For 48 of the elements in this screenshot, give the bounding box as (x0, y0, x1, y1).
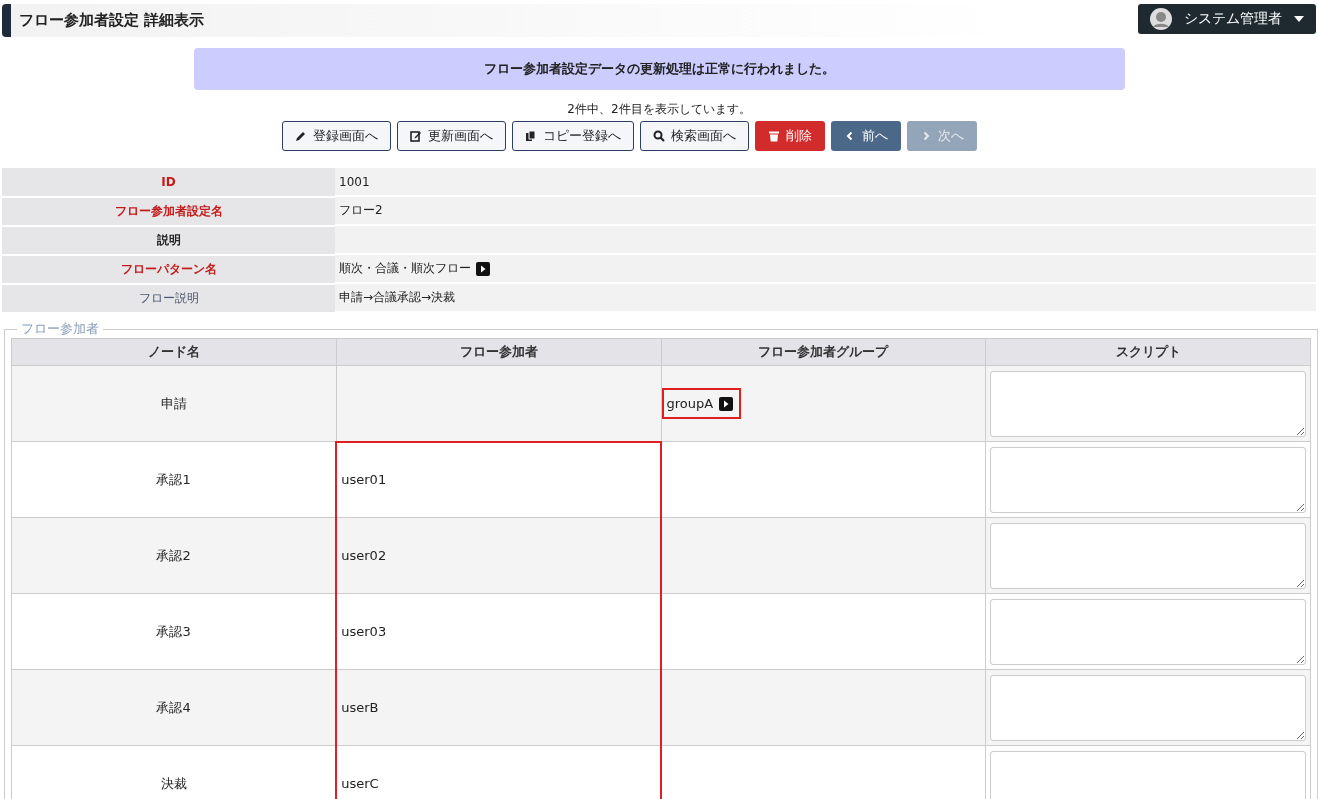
edit-icon (409, 130, 422, 142)
trash-icon (767, 130, 780, 142)
field-label: 説明 (2, 226, 335, 255)
table-cell: 承認3 (11, 593, 337, 670)
column-header: フロー参加者グループ (661, 338, 986, 366)
table-cell: 承認2 (11, 517, 337, 594)
column-header: スクリプト (985, 338, 1311, 366)
action-button[interactable]: 検索画面へ (639, 121, 749, 151)
play-icon[interactable] (719, 396, 734, 411)
field-label: フローパターン名 (2, 255, 335, 284)
search-icon (652, 130, 665, 142)
column-header: フロー参加者 (336, 338, 661, 366)
column-header: ノード名 (11, 338, 337, 366)
copy-icon (524, 130, 537, 142)
action-button[interactable]: 前へ (830, 121, 901, 151)
action-button[interactable]: 更新画面へ (396, 121, 506, 151)
table-cell: userB (336, 669, 661, 746)
table-cell: 承認4 (11, 669, 337, 746)
table-cell: userC (336, 745, 661, 799)
play-icon[interactable] (476, 261, 490, 276)
table-cell: 承認1 (11, 441, 337, 518)
page-title: フロー参加者設定 詳細表示 (19, 11, 205, 30)
field-value: 申請→合議承認→決裁 (339, 289, 456, 306)
action-button[interactable]: 削除 (754, 121, 825, 151)
field-label: フロー説明 (2, 284, 335, 313)
script-field[interactable] (990, 674, 1306, 741)
group-name: groupA (666, 396, 714, 411)
table-cell: user02 (336, 517, 661, 594)
script-field[interactable] (990, 370, 1306, 437)
field-value: 1001 (339, 174, 370, 189)
field-value: フロー2 (339, 202, 383, 219)
action-button[interactable]: コピー登録へ (511, 121, 634, 151)
pencil-icon (294, 130, 307, 142)
field-label: フロー参加者設定名 (2, 197, 335, 226)
avatar-icon (1150, 8, 1172, 30)
panel-legend: フロー参加者 (17, 320, 103, 338)
script-field[interactable] (990, 598, 1306, 665)
user-menu-button[interactable]: システム管理者 (1138, 4, 1316, 34)
script-field[interactable] (990, 522, 1306, 589)
record-count: 2件中、2件目を表示しています。 (566, 101, 752, 117)
field-value: 順次・合議・順次フロー (339, 260, 471, 277)
success-message: フロー参加者設定データの更新処理は正常に行われました。 (194, 48, 1125, 90)
action-button[interactable]: 登録画面へ (281, 121, 391, 151)
table-cell: 申請 (11, 365, 337, 442)
script-field[interactable] (990, 750, 1306, 799)
script-field[interactable] (990, 446, 1306, 513)
caret-icon (1294, 16, 1304, 22)
field-label: ID (2, 168, 335, 197)
